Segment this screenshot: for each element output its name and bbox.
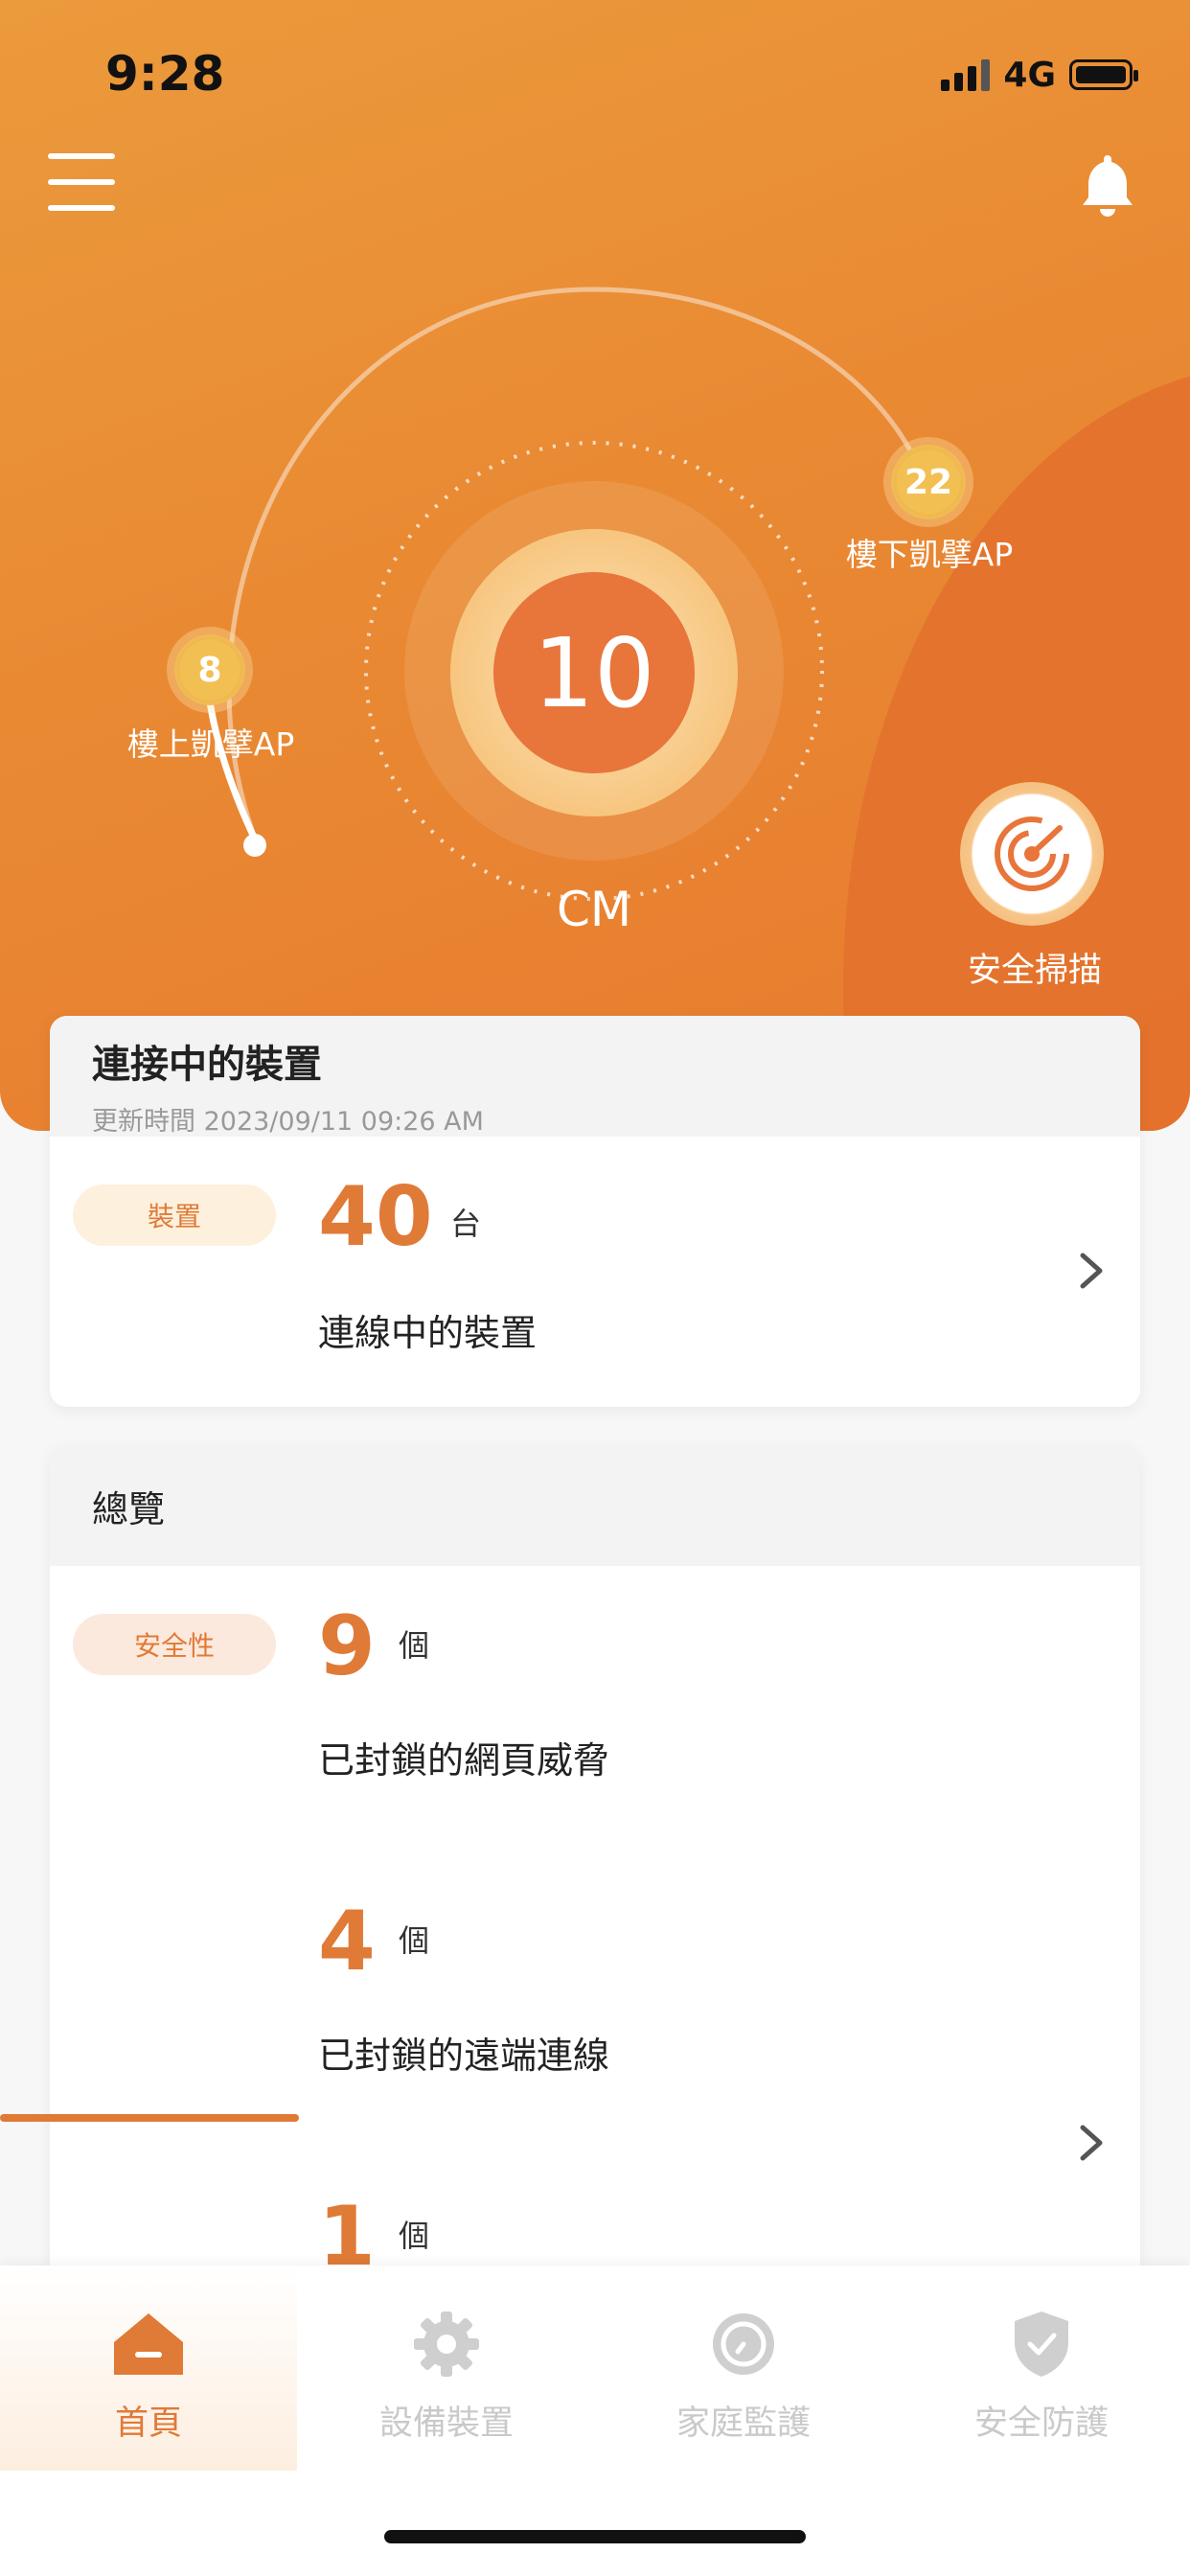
- remote-unit: 個: [399, 1922, 430, 1959]
- card-header: 總覽: [50, 1445, 1140, 1566]
- category-pill: 裝置: [73, 1184, 276, 1246]
- device-count: 40: [318, 1169, 433, 1265]
- tab-label: 家庭監護: [675, 2404, 811, 2443]
- tab-devices[interactable]: 設備裝置: [298, 2266, 595, 2471]
- ap-count-badge[interactable]: 22: [891, 445, 966, 519]
- device-description: 連線中的裝置: [318, 1312, 538, 1354]
- security-scan-button[interactable]: [960, 782, 1104, 926]
- card-title: 連接中的裝置: [92, 1043, 322, 1087]
- chevron-right-icon[interactable]: [1075, 1250, 1108, 1292]
- card-title: 總覽: [92, 1487, 166, 1530]
- threat-unit: 個: [399, 1627, 430, 1664]
- tab-family-guard[interactable]: 家庭監護: [595, 2266, 892, 2471]
- center-gauge-label: CM: [556, 882, 632, 937]
- gear-icon: [408, 2306, 485, 2382]
- threat-count: 9: [318, 1598, 376, 1694]
- device-unit: 台: [450, 1206, 482, 1242]
- active-tab-indicator: [0, 2114, 299, 2122]
- remote-description: 已封鎖的遠端連線: [318, 2035, 610, 2077]
- security-scan-label: 安全掃描: [967, 952, 1102, 990]
- ap-count-badge[interactable]: 8: [174, 634, 245, 705]
- card-header: 連接中的裝置 更新時間 2023/09/11 09:26 AM: [50, 1016, 1140, 1137]
- home-icon: [110, 2306, 187, 2382]
- clock-icon: [705, 2306, 782, 2382]
- tab-label: 首頁: [114, 2404, 182, 2443]
- chevron-right-icon[interactable]: [1075, 2122, 1108, 2164]
- category-pill: 安全性: [73, 1614, 276, 1675]
- ap-label: 樓上凱擘AP: [126, 725, 295, 763]
- threat-description: 已封鎖的網頁威脅: [318, 1739, 610, 1782]
- tab-security[interactable]: 安全防護: [893, 2266, 1190, 2471]
- shield-check-icon: [1003, 2306, 1080, 2382]
- home-indicator: [384, 2530, 806, 2543]
- radar-icon: [995, 816, 1069, 891]
- hero-panel: 9:28 4G 8 樓上凱擘AP 22 樓下凱擘AP 10 CM 安全掃描: [0, 0, 1190, 1131]
- other-unit: 個: [399, 2218, 430, 2254]
- remote-count: 4: [318, 1894, 376, 1990]
- tab-label: 安全防護: [973, 2404, 1109, 2443]
- connected-devices-card[interactable]: 連接中的裝置 更新時間 2023/09/11 09:26 AM 裝置 40 台 …: [50, 1016, 1140, 1407]
- tab-home[interactable]: 首頁: [0, 2266, 297, 2471]
- center-gauge-value[interactable]: 10: [493, 572, 695, 773]
- update-time: 更新時間 2023/09/11 09:26 AM: [92, 1107, 484, 1137]
- ap-label: 樓下凱擘AP: [845, 536, 1014, 573]
- tab-label: 設備裝置: [378, 2404, 514, 2443]
